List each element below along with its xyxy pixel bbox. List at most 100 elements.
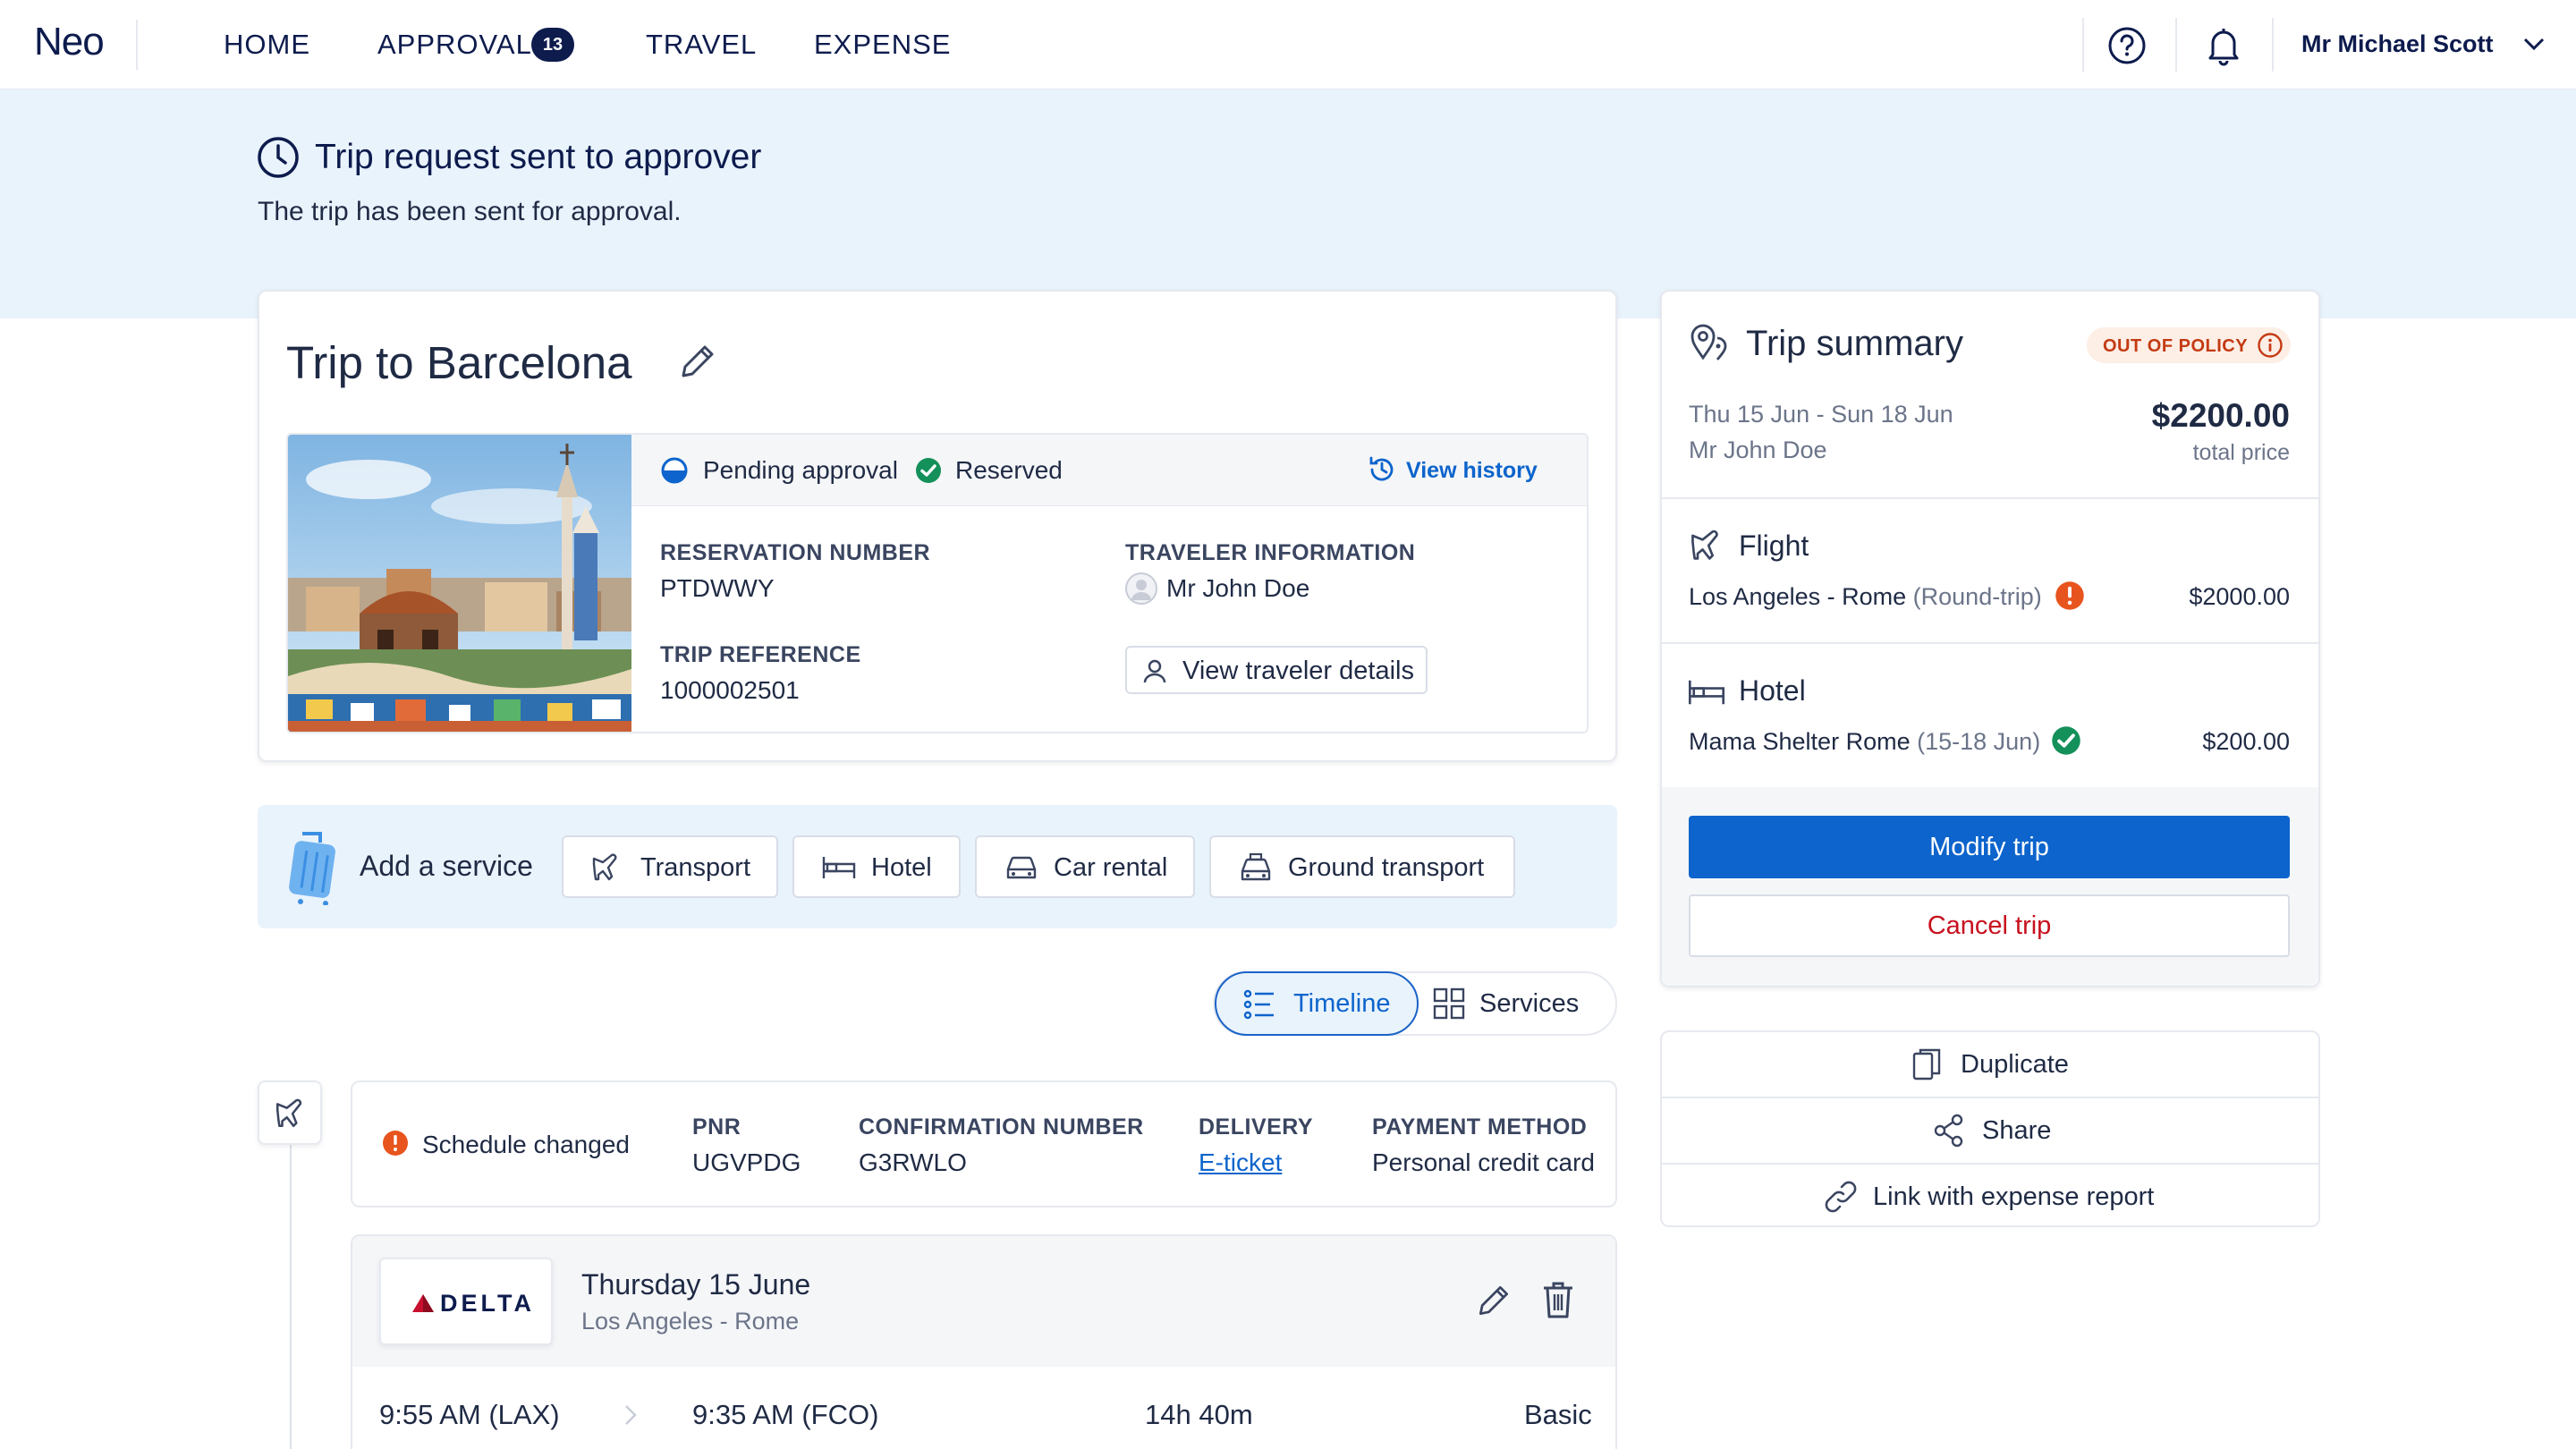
flight-trip-type: (Round-trip) bbox=[1912, 583, 2042, 610]
add-car-rental-button[interactable]: Car rental bbox=[975, 835, 1195, 898]
segment-route: Los Angeles - Rome bbox=[581, 1308, 800, 1335]
add-ground-transport-button[interactable]: Ground transport bbox=[1209, 835, 1515, 898]
duplicate-label: Duplicate bbox=[1961, 1050, 2069, 1079]
clock-icon bbox=[258, 137, 299, 178]
out-of-policy-badge: OUT OF POLICY bbox=[2087, 327, 2291, 363]
brand-divider bbox=[136, 20, 138, 70]
trip-dates: Thu 15 Jun - Sun 18 Jun bbox=[1689, 401, 1953, 428]
fare-class: Basic bbox=[1524, 1399, 1592, 1430]
banner-subtitle: The trip has been sent for approval. bbox=[258, 197, 682, 226]
car-icon bbox=[1006, 856, 1037, 879]
duplicate-button[interactable]: Duplicate bbox=[1662, 1032, 2318, 1098]
bell-icon[interactable] bbox=[2204, 25, 2243, 66]
warning-icon bbox=[2055, 581, 2084, 610]
brand-logo[interactable]: Neo bbox=[34, 20, 105, 64]
pending-status-icon bbox=[661, 457, 688, 484]
nav-divider bbox=[2272, 18, 2274, 72]
delta-triangle-icon bbox=[412, 1294, 434, 1312]
nav-divider bbox=[2175, 18, 2177, 72]
taxi-icon bbox=[1241, 852, 1271, 881]
chevron-down-icon[interactable] bbox=[2522, 36, 2546, 52]
link-expense-report-label: Link with expense report bbox=[1873, 1182, 2155, 1211]
hotel-dates: (15-18 Jun) bbox=[1917, 728, 2041, 755]
view-toggle: Timeline Services bbox=[1213, 971, 1617, 1036]
hotel-summary-line: Mama Shelter Rome (15-18 Jun) bbox=[1689, 728, 2040, 756]
trip-details-panel: Pending approval Reserved View history R… bbox=[286, 433, 1589, 733]
tab-services[interactable]: Services bbox=[1419, 973, 1617, 1034]
confirmation-number-value: G3RWLO bbox=[859, 1148, 967, 1176]
flight-price: $2000.00 bbox=[2189, 583, 2290, 610]
flight-duration: 14h 40m bbox=[1145, 1399, 1253, 1430]
nav-expense[interactable]: EXPENSE bbox=[814, 29, 951, 61]
plane-icon bbox=[275, 1098, 302, 1127]
trip-reference-label: TRIP REFERENCE bbox=[660, 642, 861, 667]
user-icon bbox=[1143, 659, 1166, 683]
hotel-label: Hotel bbox=[871, 853, 932, 882]
tab-timeline[interactable]: Timeline bbox=[1215, 971, 1419, 1036]
total-price-label: total price bbox=[2192, 440, 2290, 465]
link-expense-report-button[interactable]: Link with expense report bbox=[1662, 1165, 2318, 1231]
services-label: Services bbox=[1479, 989, 1580, 1018]
timeline-line bbox=[290, 1138, 292, 1449]
pnr-value: UGVPDG bbox=[692, 1148, 801, 1176]
out-of-policy-label: OUT OF POLICY bbox=[2103, 336, 2249, 356]
pnr-label: PNR bbox=[692, 1114, 741, 1140]
segment-date: Thursday 15 June bbox=[581, 1268, 811, 1301]
timeline-flight-node bbox=[258, 1080, 322, 1145]
modify-trip-button[interactable]: Modify trip bbox=[1689, 816, 2290, 878]
plane-icon bbox=[592, 853, 617, 881]
nav-travel[interactable]: TRAVEL bbox=[646, 29, 757, 61]
schedule-changed-status: Schedule changed bbox=[422, 1131, 630, 1158]
info-icon[interactable] bbox=[2257, 332, 2284, 359]
confirmation-number-label: CONFIRMATION NUMBER bbox=[859, 1114, 1144, 1140]
view-history-link[interactable]: View history bbox=[1406, 458, 1538, 484]
view-traveler-details-button[interactable]: View traveler details bbox=[1125, 646, 1428, 694]
status-strip: Pending approval Reserved View history bbox=[631, 435, 1587, 506]
plane-icon bbox=[1691, 530, 1718, 560]
chevron-right-icon bbox=[625, 1405, 637, 1425]
hotel-name: Mama Shelter Rome bbox=[1689, 728, 1911, 755]
add-hotel-button[interactable]: Hotel bbox=[792, 835, 961, 898]
departure-time: 9:55 AM (LAX) bbox=[379, 1399, 560, 1430]
arrival-time: 9:35 AM (FCO) bbox=[692, 1399, 879, 1430]
help-icon[interactable] bbox=[2107, 26, 2147, 65]
trip-reference-value: 1000002501 bbox=[660, 676, 800, 704]
user-menu-name[interactable]: Mr Michael Scott bbox=[2301, 30, 2494, 58]
destination-photo bbox=[288, 435, 631, 732]
delivery-label: DELIVERY bbox=[1199, 1114, 1314, 1140]
payment-method-label: PAYMENT METHOD bbox=[1372, 1114, 1588, 1140]
history-icon[interactable] bbox=[1367, 454, 1397, 485]
ground-transport-label: Ground transport bbox=[1288, 853, 1485, 882]
luggage-icon bbox=[289, 832, 335, 905]
pending-approval-status: Pending approval bbox=[703, 456, 898, 484]
edit-pencil-icon[interactable] bbox=[676, 340, 719, 383]
add-service-bar: Add a service Transport Hotel Car rental bbox=[258, 805, 1617, 928]
add-transport-button[interactable]: Transport bbox=[562, 835, 778, 898]
trash-icon[interactable] bbox=[1540, 1279, 1576, 1320]
link-icon bbox=[1825, 1181, 1857, 1213]
add-service-label: Add a service bbox=[360, 850, 533, 882]
summary-divider bbox=[1662, 642, 2318, 644]
nav-approval[interactable]: APPROVAL bbox=[377, 29, 532, 61]
share-label: Share bbox=[1982, 1116, 2052, 1145]
summary-traveler: Mr John Doe bbox=[1689, 436, 1827, 463]
car-rental-label: Car rental bbox=[1054, 853, 1168, 882]
check-circle-icon bbox=[916, 458, 941, 483]
cancel-trip-button[interactable]: Cancel trip bbox=[1689, 894, 2290, 957]
flight-summary-line: Los Angeles - Rome (Round-trip) bbox=[1689, 583, 2042, 611]
e-ticket-link[interactable]: E-ticket bbox=[1199, 1148, 1282, 1177]
trip-summary-title: Trip summary bbox=[1746, 324, 1963, 363]
nav-home[interactable]: HOME bbox=[224, 29, 310, 61]
share-button[interactable]: Share bbox=[1662, 1098, 2318, 1165]
check-circle-icon bbox=[2052, 726, 2080, 755]
edit-pencil-icon[interactable] bbox=[1474, 1281, 1513, 1320]
view-traveler-details-label: View traveler details bbox=[1182, 657, 1414, 685]
airline-name: DELTA bbox=[440, 1290, 535, 1317]
hotel-heading: Hotel bbox=[1739, 674, 1806, 707]
airline-logo: DELTA bbox=[379, 1258, 553, 1345]
duplicate-icon bbox=[1912, 1048, 1941, 1080]
top-navigation: Neo HOME APPROVAL 13 TRAVEL EXPENSE Mr M… bbox=[0, 0, 2576, 89]
avatar bbox=[1125, 572, 1157, 605]
grid-icon bbox=[1433, 987, 1465, 1020]
reservation-number-label: RESERVATION NUMBER bbox=[660, 540, 931, 565]
